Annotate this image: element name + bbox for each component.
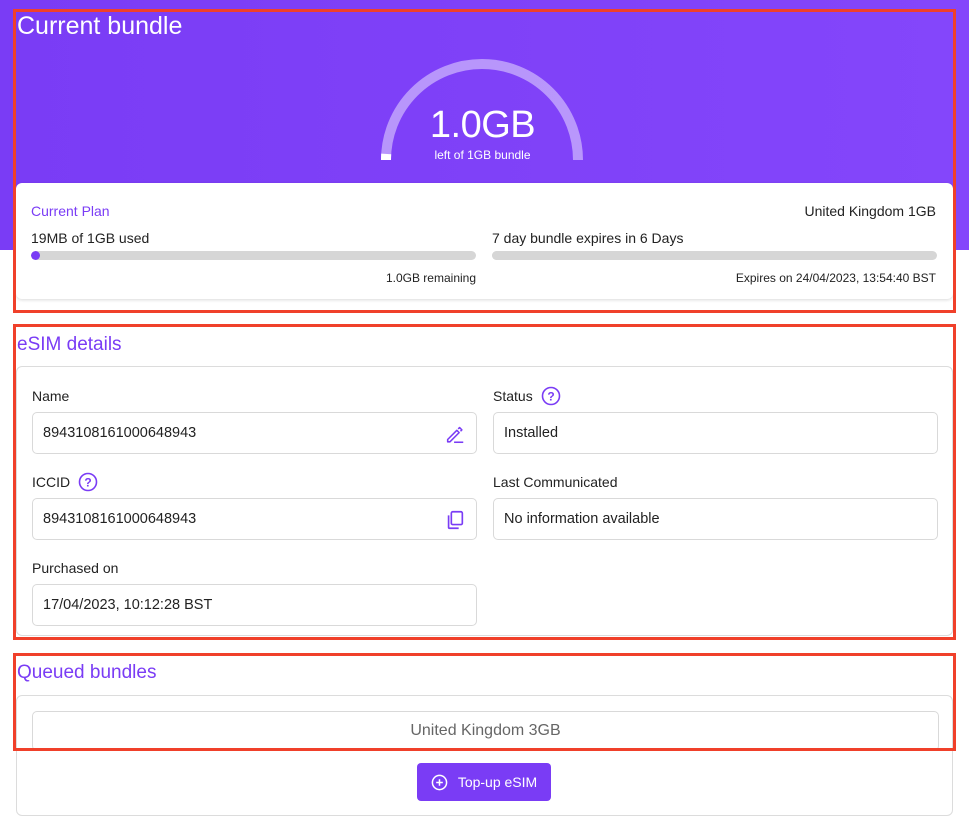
purchased-label: Purchased on bbox=[32, 558, 118, 578]
svg-text:?: ? bbox=[547, 390, 554, 404]
purchased-label-text: Purchased on bbox=[32, 560, 119, 576]
iccid-label-text: ICCID bbox=[32, 474, 71, 490]
usage-text: 19MB of 1GB used bbox=[31, 230, 150, 246]
current-plan-card: Current Plan United Kingdom 1GB 19MB of … bbox=[16, 183, 953, 299]
esim-details-card: Name 8943108161000648943 Status ? Instal… bbox=[16, 366, 953, 636]
expiry-progress-bar bbox=[492, 251, 937, 260]
iccid-value: 8943108161000648943 bbox=[43, 511, 197, 527]
svg-text:?: ? bbox=[84, 476, 91, 490]
plan-name: United Kingdom 1GB bbox=[804, 203, 936, 219]
name-label-text: Name bbox=[32, 388, 70, 404]
queued-bundles-card: United Kingdom 3GB Top-up eSIM bbox=[16, 695, 953, 816]
queued-bundle-item[interactable]: United Kingdom 3GB bbox=[32, 711, 939, 751]
edit-icon[interactable] bbox=[444, 423, 466, 445]
esim-details-title: eSIM details bbox=[17, 334, 122, 355]
queued-bundles-title: Queued bundles bbox=[17, 662, 157, 683]
help-circle-icon[interactable]: ? bbox=[541, 386, 561, 406]
help-circle-icon[interactable]: ? bbox=[78, 472, 98, 492]
name-field[interactable]: 8943108161000648943 bbox=[32, 412, 477, 454]
topup-esim-button[interactable]: Top-up eSIM bbox=[417, 763, 551, 801]
plus-circle-icon bbox=[431, 774, 448, 790]
page-title: Current bundle bbox=[17, 12, 183, 40]
purchased-field: 17/04/2023, 10:12:28 BST bbox=[32, 584, 477, 626]
last-communicated-label-text: Last Communicated bbox=[493, 474, 618, 490]
expiry-text: 7 day bundle expires in 6 Days bbox=[492, 230, 684, 246]
status-value: Installed bbox=[504, 425, 559, 441]
usage-progress-fill bbox=[31, 251, 40, 260]
expires-on-text: Expires on 24/04/2023, 13:54:40 BST bbox=[735, 271, 936, 285]
iccid-field[interactable]: 8943108161000648943 bbox=[32, 498, 477, 540]
last-communicated-label: Last Communicated bbox=[493, 472, 618, 492]
current-plan-label: Current Plan bbox=[31, 203, 110, 219]
topup-esim-label: Top-up eSIM bbox=[457, 774, 538, 790]
copy-icon[interactable] bbox=[444, 509, 466, 531]
name-label: Name bbox=[32, 386, 69, 406]
status-label: Status ? bbox=[493, 386, 561, 406]
gauge-value: 1.0GB bbox=[429, 104, 536, 146]
last-communicated-field: No information available bbox=[493, 498, 938, 540]
expiry-progress-fill bbox=[492, 251, 555, 260]
data-gauge: 1.0GB left of 1GB bundle bbox=[370, 56, 595, 168]
usage-progress-bar bbox=[31, 251, 476, 260]
last-communicated-value: No information available bbox=[504, 511, 660, 527]
gauge-caption: left of 1GB bundle bbox=[434, 148, 531, 162]
iccid-label: ICCID ? bbox=[32, 472, 98, 492]
status-field: Installed bbox=[493, 412, 938, 454]
name-value: 8943108161000648943 bbox=[43, 425, 197, 441]
status-label-text: Status bbox=[493, 388, 533, 404]
purchased-value: 17/04/2023, 10:12:28 BST bbox=[43, 597, 213, 613]
remaining-text: 1.0GB remaining bbox=[385, 271, 476, 285]
